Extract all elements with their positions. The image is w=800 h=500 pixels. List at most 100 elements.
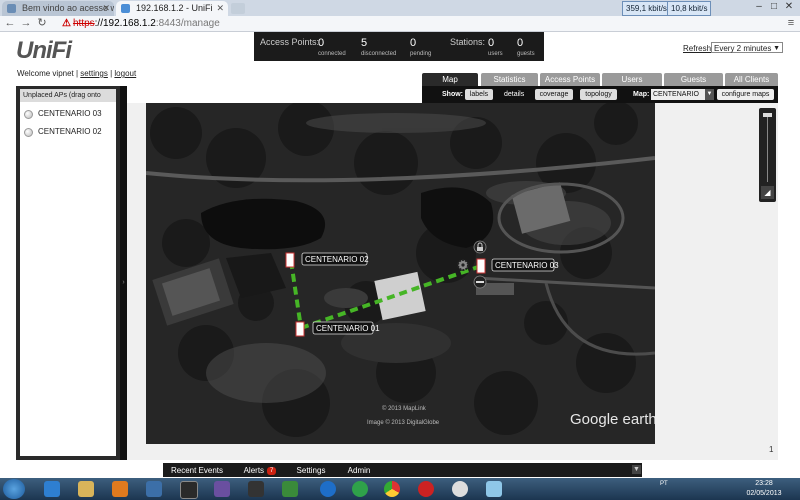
- forward-arrow-icon[interactable]: →: [19, 16, 33, 31]
- clock-time: 23:28: [755, 480, 773, 487]
- window-app-icon[interactable]: [486, 481, 502, 497]
- resize-icon[interactable]: ◢: [761, 186, 774, 199]
- map-label: Map:: [633, 91, 650, 98]
- tab-guests[interactable]: Guests: [664, 73, 723, 86]
- browser-app-icon[interactable]: [320, 481, 336, 497]
- logout-link[interactable]: logout: [114, 69, 136, 78]
- expand-arrow-icon[interactable]: ›: [120, 278, 127, 288]
- security-warning-icon: ⚠: [62, 18, 71, 29]
- browser-tab-strip: Bem vindo ao acesso web ✕ 192.168.1.2 - …: [0, 0, 800, 16]
- stats-panel: Access Points: 0 connected 5 disconnecte…: [254, 32, 544, 61]
- start-button[interactable]: [3, 479, 25, 499]
- chevron-down-icon: ▼: [705, 89, 714, 100]
- satellite-map[interactable]: CENTENARIO 02 CENTENARIO 01 CENTENARIO 0…: [146, 103, 655, 444]
- tab-settings[interactable]: Settings: [291, 464, 331, 477]
- tab-map[interactable]: Map: [422, 73, 478, 86]
- refresh-link[interactable]: Refresh: [683, 44, 711, 53]
- settings-link[interactable]: settings: [80, 69, 108, 78]
- network-app-icon[interactable]: [146, 481, 162, 497]
- network-tool-icon[interactable]: [282, 481, 298, 497]
- map-select-value: CENTENARIO: [653, 91, 699, 98]
- access-point-icon: [24, 128, 33, 137]
- terminal-services-icon[interactable]: [214, 481, 230, 497]
- media-player-icon[interactable]: [112, 481, 128, 497]
- new-tab-button[interactable]: [231, 3, 245, 14]
- ap-disconnected-caption: disconnected: [361, 51, 397, 57]
- unifi-favicon-icon: [121, 4, 130, 13]
- map-select[interactable]: CENTENARIO ▼: [651, 89, 714, 100]
- zoom-slider[interactable]: ◢: [759, 108, 776, 202]
- tab-recent-events[interactable]: Recent Events: [169, 464, 225, 477]
- show-label: Show:: [442, 91, 463, 98]
- address-bar[interactable]: ⚠ https://192.168.1.2:8443/manage: [62, 17, 220, 30]
- unifi-logo: UniFi: [16, 37, 72, 64]
- lock-icon[interactable]: [473, 240, 487, 254]
- tab-users[interactable]: Users: [602, 73, 662, 86]
- toggle-labels-button[interactable]: labels: [465, 89, 493, 100]
- wrench-menu-icon[interactable]: ≡: [784, 16, 798, 31]
- upload-meter: 10,8 kbit/s: [667, 1, 712, 16]
- url-host: 192.168.1.2: [103, 18, 156, 29]
- player-app-icon[interactable]: [248, 481, 264, 497]
- browser-tab-welcome[interactable]: Bem vindo ao acesso web ✕: [2, 1, 114, 16]
- update-app-icon[interactable]: [352, 481, 368, 497]
- internet-explorer-icon[interactable]: [44, 481, 60, 497]
- collapse-panel-icon[interactable]: ▼: [632, 465, 641, 474]
- url-path: :8443/manage: [155, 18, 220, 29]
- gear-icon[interactable]: [457, 259, 469, 271]
- tab-all-clients[interactable]: All Clients: [725, 73, 778, 86]
- clock-date: 02/05/2013: [746, 490, 782, 497]
- tab-statistics[interactable]: Statistics: [481, 73, 538, 86]
- users-count: 0: [488, 37, 495, 49]
- toggle-topology-button[interactable]: topology: [580, 89, 617, 100]
- maximize-window-button[interactable]: □: [767, 1, 781, 13]
- system-tray[interactable]: PT: [660, 481, 668, 487]
- page-icon: [7, 4, 16, 13]
- browser-tab-title: 192.168.1.2 - UniFi: [136, 3, 213, 13]
- map-corner-label: 1: [769, 445, 774, 454]
- unplaced-ap-label: CENTENARIO 02: [38, 127, 102, 136]
- close-tab-icon[interactable]: ✕: [216, 1, 224, 16]
- language-indicator[interactable]: PT: [660, 481, 668, 487]
- access-points-label: Access Points:: [260, 37, 320, 47]
- refresh-interval-select[interactable]: Every 2 minutes ▼: [711, 42, 783, 53]
- map-toolbar: Show: labels details coverage topology M…: [422, 86, 778, 103]
- chrome-icon[interactable]: [384, 481, 400, 497]
- back-arrow-icon[interactable]: ←: [3, 16, 17, 31]
- welcome-line: Welcome vipnet | settings | logout: [17, 69, 137, 78]
- unplaced-aps-panel: Unplaced APs (drag onto map) CENTENARIO …: [16, 86, 120, 460]
- alerts-count-badge: 7: [267, 467, 277, 475]
- file-explorer-icon[interactable]: [78, 481, 94, 497]
- unplaced-aps-title: Unplaced APs (drag onto map): [20, 89, 116, 112]
- welcome-text: Welcome vipnet: [17, 69, 74, 78]
- windows-taskbar: PT 23:28 02/05/2013: [0, 478, 800, 500]
- toggle-coverage-button[interactable]: coverage: [535, 89, 573, 100]
- tab-alerts-label: Alerts: [243, 466, 265, 475]
- media-app-icon[interactable]: [180, 481, 198, 499]
- reload-icon[interactable]: ↻: [35, 16, 49, 31]
- zoom-handle[interactable]: [763, 113, 772, 117]
- close-window-button[interactable]: ✕: [782, 1, 796, 13]
- close-tab-icon[interactable]: ✕: [102, 1, 110, 16]
- record-app-icon[interactable]: [418, 481, 434, 497]
- remove-icon[interactable]: [473, 275, 487, 289]
- disc-app-icon[interactable]: [452, 481, 468, 497]
- tab-access-points[interactable]: Access Points: [540, 73, 600, 86]
- lake: [201, 198, 326, 250]
- tab-admin[interactable]: Admin: [339, 464, 379, 477]
- stations-label: Stations:: [450, 37, 486, 47]
- zoom-track: [767, 116, 768, 182]
- clock[interactable]: 23:28 02/05/2013: [744, 479, 784, 499]
- configure-maps-button[interactable]: configure maps: [717, 89, 774, 100]
- ap-label-centenario-03: CENTENARIO 03: [495, 261, 559, 270]
- guests-caption: guests: [517, 51, 535, 57]
- browser-tab-unifi[interactable]: 192.168.1.2 - UniFi ✕: [116, 1, 228, 16]
- panel-splitter[interactable]: ›: [120, 86, 127, 460]
- ap-pending-caption: pending: [410, 51, 432, 57]
- unplaced-ap-label: CENTENARIO 03: [38, 109, 102, 118]
- map-copyright-digitalglobe: Image © 2013 DigitalGlobe: [367, 419, 440, 426]
- minimize-window-button[interactable]: –: [752, 1, 766, 13]
- toggle-details-button[interactable]: details: [504, 89, 524, 100]
- tab-alerts[interactable]: Alerts 7: [235, 464, 285, 477]
- ap-label-centenario-02: CENTENARIO 02: [305, 255, 369, 264]
